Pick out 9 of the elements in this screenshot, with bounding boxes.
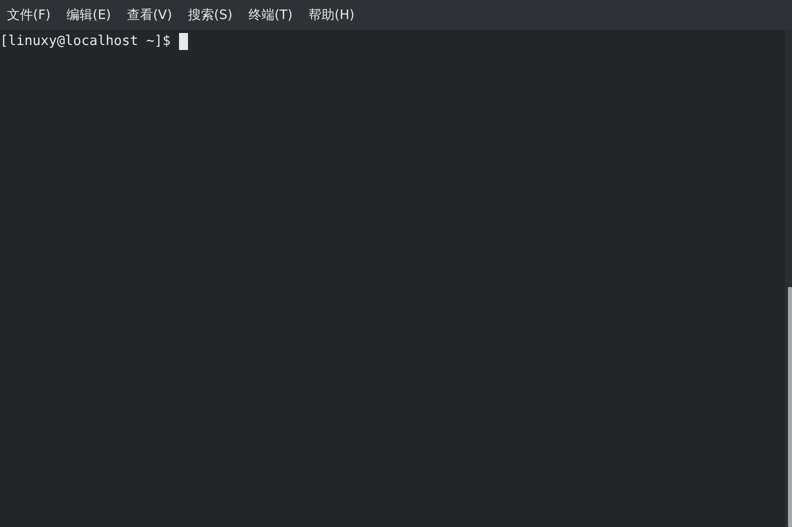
scrollbar[interactable] [785,30,792,527]
text-cursor [178,32,188,50]
menu-item[interactable]: 帮助(H) [304,3,362,27]
menu-item[interactable]: 搜索(S) [183,3,240,27]
menu-item[interactable]: 编辑(E) [62,3,119,27]
menu-item[interactable]: 终端(T) [243,3,301,27]
prompt-text: [linuxy@localhost ~]$ [0,32,172,50]
menu-item[interactable]: 文件(F) [2,3,59,27]
menu-item[interactable]: 查看(V) [122,3,180,27]
